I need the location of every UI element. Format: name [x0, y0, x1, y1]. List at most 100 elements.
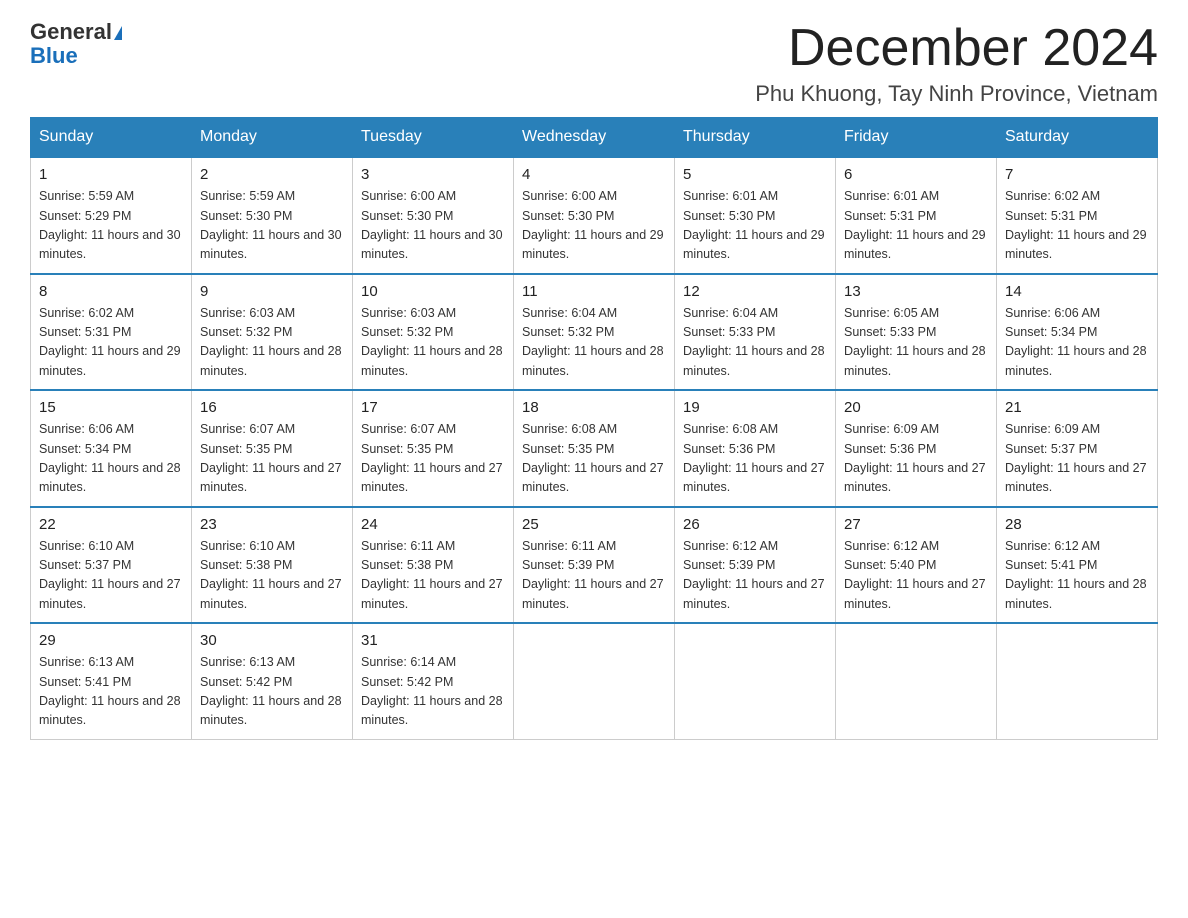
day-info: Sunrise: 6:02 AMSunset: 5:31 PMDaylight:… [39, 304, 183, 382]
day-info: Sunrise: 6:06 AMSunset: 5:34 PMDaylight:… [39, 420, 183, 498]
day-info: Sunrise: 6:08 AMSunset: 5:36 PMDaylight:… [683, 420, 827, 498]
day-info: Sunrise: 6:12 AMSunset: 5:40 PMDaylight:… [844, 537, 988, 615]
day-info: Sunrise: 6:04 AMSunset: 5:32 PMDaylight:… [522, 304, 666, 382]
day-info: Sunrise: 6:06 AMSunset: 5:34 PMDaylight:… [1005, 304, 1149, 382]
day-number: 21 [1005, 399, 1149, 416]
calendar-cell: 8 Sunrise: 6:02 AMSunset: 5:31 PMDaylight… [31, 274, 192, 391]
day-number: 30 [200, 632, 344, 649]
day-info: Sunrise: 6:07 AMSunset: 5:35 PMDaylight:… [200, 420, 344, 498]
calendar-cell: 11 Sunrise: 6:04 AMSunset: 5:32 PMDayligh… [514, 274, 675, 391]
day-info: Sunrise: 6:00 AMSunset: 5:30 PMDaylight:… [361, 187, 505, 265]
weekday-header-sunday: Sunday [31, 118, 192, 158]
calendar-cell: 9 Sunrise: 6:03 AMSunset: 5:32 PMDaylight… [192, 274, 353, 391]
calendar-table: SundayMondayTuesdayWednesdayThursdayFrid… [30, 117, 1158, 740]
logo-triangle-icon [114, 26, 122, 40]
day-info: Sunrise: 6:13 AMSunset: 5:41 PMDaylight:… [39, 653, 183, 731]
calendar-cell: 29 Sunrise: 6:13 AMSunset: 5:41 PMDayligh… [31, 623, 192, 739]
day-number: 13 [844, 283, 988, 300]
weekday-header-monday: Monday [192, 118, 353, 158]
day-info: Sunrise: 6:03 AMSunset: 5:32 PMDaylight:… [361, 304, 505, 382]
calendar-cell: 2Sunrise: 5:59 AMSunset: 5:30 PMDaylight… [192, 157, 353, 274]
day-info: Sunrise: 6:04 AMSunset: 5:33 PMDaylight:… [683, 304, 827, 382]
calendar-cell: 3 Sunrise: 6:00 AMSunset: 5:30 PMDaylight… [353, 157, 514, 274]
calendar-cell: 15 Sunrise: 6:06 AMSunset: 5:34 PMDayligh… [31, 390, 192, 507]
day-number: 29 [39, 632, 183, 649]
calendar-cell: 22 Sunrise: 6:10 AMSunset: 5:37 PMDayligh… [31, 507, 192, 624]
calendar-cell: 23Sunrise: 6:10 AMSunset: 5:38 PMDayligh… [192, 507, 353, 624]
day-info: Sunrise: 6:01 AMSunset: 5:30 PMDaylight:… [683, 187, 827, 265]
calendar-subtitle: Phu Khuong, Tay Ninh Province, Vietnam [755, 81, 1158, 107]
logo: General Blue [30, 20, 122, 68]
day-info: Sunrise: 6:01 AMSunset: 5:31 PMDaylight:… [844, 187, 988, 265]
day-info: Sunrise: 6:03 AMSunset: 5:32 PMDaylight:… [200, 304, 344, 382]
day-number: 26 [683, 516, 827, 533]
calendar-cell: 4 Sunrise: 6:00 AMSunset: 5:30 PMDaylight… [514, 157, 675, 274]
calendar-cell: 24 Sunrise: 6:11 AMSunset: 5:38 PMDayligh… [353, 507, 514, 624]
day-number: 28 [1005, 516, 1149, 533]
calendar-cell: 1Sunrise: 5:59 AMSunset: 5:29 PMDaylight… [31, 157, 192, 274]
week-row-2: 8 Sunrise: 6:02 AMSunset: 5:31 PMDaylight… [31, 274, 1158, 391]
page-header: General Blue December 2024 Phu Khuong, T… [30, 20, 1158, 107]
calendar-cell: 21 Sunrise: 6:09 AMSunset: 5:37 PMDayligh… [997, 390, 1158, 507]
day-number: 7 [1005, 166, 1149, 183]
day-info: Sunrise: 6:07 AMSunset: 5:35 PMDaylight:… [361, 420, 505, 498]
day-info: Sunrise: 6:00 AMSunset: 5:30 PMDaylight:… [522, 187, 666, 265]
day-number: 20 [844, 399, 988, 416]
calendar-cell: 5Sunrise: 6:01 AMSunset: 5:30 PMDaylight… [675, 157, 836, 274]
calendar-cell: 17 Sunrise: 6:07 AMSunset: 5:35 PMDayligh… [353, 390, 514, 507]
calendar-cell [836, 623, 997, 739]
day-number: 18 [522, 399, 666, 416]
calendar-title: December 2024 [755, 20, 1158, 77]
day-number: 23 [200, 516, 344, 533]
day-number: 10 [361, 283, 505, 300]
week-row-5: 29 Sunrise: 6:13 AMSunset: 5:41 PMDayligh… [31, 623, 1158, 739]
day-number: 22 [39, 516, 183, 533]
day-number: 9 [200, 283, 344, 300]
day-number: 3 [361, 166, 505, 183]
calendar-cell [997, 623, 1158, 739]
calendar-cell: 13 Sunrise: 6:05 AMSunset: 5:33 PMDayligh… [836, 274, 997, 391]
day-info: Sunrise: 6:11 AMSunset: 5:38 PMDaylight:… [361, 537, 505, 615]
calendar-cell: 20 Sunrise: 6:09 AMSunset: 5:36 PMDayligh… [836, 390, 997, 507]
day-number: 2 [200, 166, 344, 183]
day-number: 31 [361, 632, 505, 649]
calendar-cell: 10 Sunrise: 6:03 AMSunset: 5:32 PMDayligh… [353, 274, 514, 391]
logo-general: General [30, 19, 112, 44]
week-row-1: 1Sunrise: 5:59 AMSunset: 5:29 PMDaylight… [31, 157, 1158, 274]
calendar-cell: 26 Sunrise: 6:12 AMSunset: 5:39 PMDayligh… [675, 507, 836, 624]
day-info: Sunrise: 6:09 AMSunset: 5:36 PMDaylight:… [844, 420, 988, 498]
day-info: Sunrise: 6:08 AMSunset: 5:35 PMDaylight:… [522, 420, 666, 498]
week-row-4: 22 Sunrise: 6:10 AMSunset: 5:37 PMDayligh… [31, 507, 1158, 624]
calendar-cell [514, 623, 675, 739]
weekday-header-row: SundayMondayTuesdayWednesdayThursdayFrid… [31, 118, 1158, 158]
weekday-header-friday: Friday [836, 118, 997, 158]
logo-blue: Blue [30, 43, 78, 68]
day-info: Sunrise: 6:12 AMSunset: 5:39 PMDaylight:… [683, 537, 827, 615]
calendar-cell: 27Sunrise: 6:12 AMSunset: 5:40 PMDayligh… [836, 507, 997, 624]
calendar-cell: 12Sunrise: 6:04 AMSunset: 5:33 PMDayligh… [675, 274, 836, 391]
day-info: Sunrise: 6:09 AMSunset: 5:37 PMDaylight:… [1005, 420, 1149, 498]
logo-text: General Blue [30, 20, 122, 68]
calendar-cell: 7Sunrise: 6:02 AMSunset: 5:31 PMDaylight… [997, 157, 1158, 274]
day-info: Sunrise: 6:12 AMSunset: 5:41 PMDaylight:… [1005, 537, 1149, 615]
day-number: 24 [361, 516, 505, 533]
weekday-header-wednesday: Wednesday [514, 118, 675, 158]
calendar-cell: 18 Sunrise: 6:08 AMSunset: 5:35 PMDayligh… [514, 390, 675, 507]
calendar-cell: 25Sunrise: 6:11 AMSunset: 5:39 PMDayligh… [514, 507, 675, 624]
weekday-header-tuesday: Tuesday [353, 118, 514, 158]
calendar-cell: 16Sunrise: 6:07 AMSunset: 5:35 PMDayligh… [192, 390, 353, 507]
day-number: 14 [1005, 283, 1149, 300]
day-number: 17 [361, 399, 505, 416]
title-area: December 2024 Phu Khuong, Tay Ninh Provi… [755, 20, 1158, 107]
day-info: Sunrise: 6:05 AMSunset: 5:33 PMDaylight:… [844, 304, 988, 382]
calendar-cell [675, 623, 836, 739]
day-number: 8 [39, 283, 183, 300]
day-info: Sunrise: 6:14 AMSunset: 5:42 PMDaylight:… [361, 653, 505, 731]
day-number: 11 [522, 283, 666, 300]
calendar-cell: 28 Sunrise: 6:12 AMSunset: 5:41 PMDayligh… [997, 507, 1158, 624]
day-info: Sunrise: 6:10 AMSunset: 5:37 PMDaylight:… [39, 537, 183, 615]
calendar-cell: 31 Sunrise: 6:14 AMSunset: 5:42 PMDayligh… [353, 623, 514, 739]
calendar-cell: 30Sunrise: 6:13 AMSunset: 5:42 PMDayligh… [192, 623, 353, 739]
day-number: 4 [522, 166, 666, 183]
day-number: 15 [39, 399, 183, 416]
